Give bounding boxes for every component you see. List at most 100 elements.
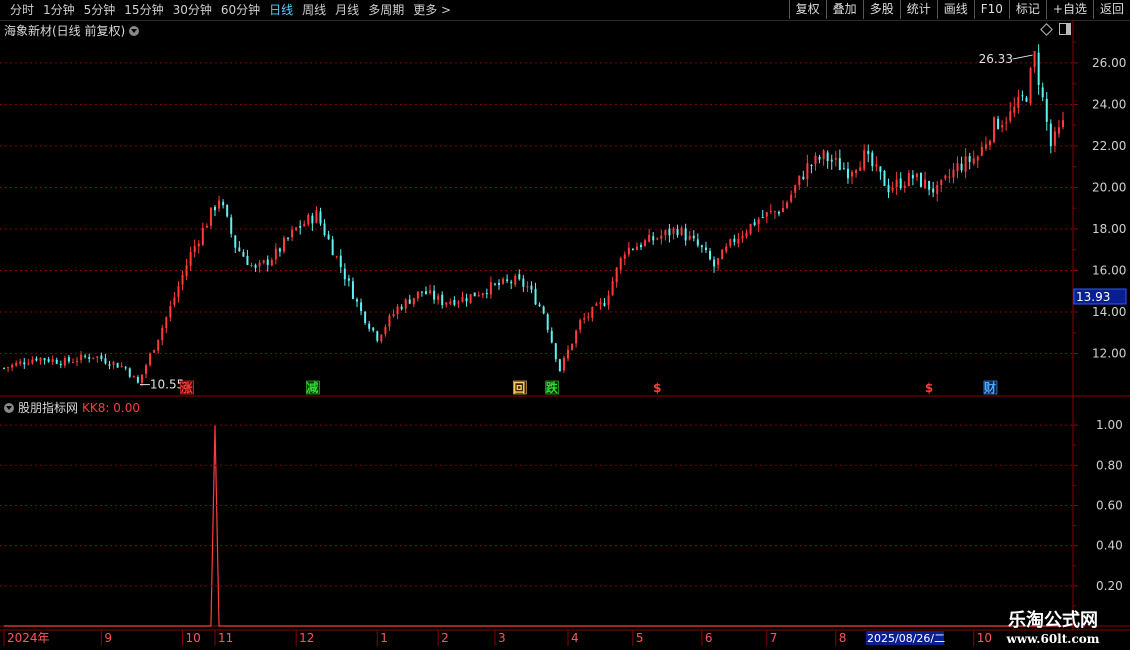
candle-body [461, 296, 464, 302]
candle-body [863, 150, 866, 170]
candle-body [875, 164, 878, 167]
period-tab[interactable]: 30分钟 [169, 2, 217, 18]
candle-body [818, 156, 821, 160]
high-price-label: 26.33 [979, 52, 1013, 66]
time-label: 6 [705, 631, 713, 645]
toolbar-button[interactable]: 叠加 [825, 0, 863, 19]
chevron-down-icon[interactable] [4, 402, 14, 413]
candle-body [201, 227, 204, 245]
indicator-tick-label: 0.80 [1096, 458, 1123, 472]
watermark-title: 乐淘公式网 [1008, 610, 1098, 631]
candle-body [988, 140, 991, 146]
toolbar-button[interactable]: 画线 [936, 0, 974, 19]
period-tab[interactable]: 60分钟 [217, 2, 265, 18]
candle-body [603, 302, 606, 306]
candle-body [392, 313, 395, 317]
candle-body [404, 299, 407, 309]
diamond-icon[interactable] [1040, 23, 1053, 36]
candle-body [842, 168, 845, 170]
candle-body [680, 227, 683, 235]
candle-body [96, 356, 99, 358]
candle-body [213, 206, 216, 211]
period-tab[interactable]: 5分钟 [80, 2, 121, 18]
candle-body [838, 158, 841, 171]
period-tab[interactable]: 多周期 [364, 2, 409, 18]
candle-body [692, 235, 695, 239]
candle-body [63, 357, 66, 366]
candle-body [924, 179, 927, 189]
toolbar-button[interactable]: 统计 [899, 0, 937, 19]
period-tab[interactable]: 更多 > [409, 2, 456, 18]
candle-body [43, 358, 46, 361]
candle-body [1049, 123, 1052, 147]
candle-body [27, 363, 30, 365]
chevron-down-icon[interactable] [129, 25, 140, 36]
candle-body [445, 302, 448, 305]
candle-body [1033, 50, 1036, 68]
time-label: 11 [218, 631, 233, 645]
candle-body [51, 359, 54, 362]
candle-body [291, 229, 294, 238]
candle-body [997, 118, 1000, 129]
period-tab[interactable]: 1分钟 [39, 2, 80, 18]
candle-body [493, 283, 496, 285]
candle-body [944, 175, 947, 179]
toolbar-button[interactable]: F10 [973, 0, 1009, 19]
period-tab[interactable]: 分时 [6, 2, 39, 18]
time-axis: 2024年 9 10 11 12 1 2 3 4 5 6 7 8 102025/08/26/二 [3, 630, 992, 646]
watermark-url: www.60lt.com [1006, 632, 1100, 646]
candle-body [510, 281, 513, 284]
toolbar-button[interactable]: 复权 [788, 0, 826, 19]
current-price-label: 13.93 [1076, 290, 1110, 304]
candle-body [591, 307, 594, 318]
candle-body [769, 210, 772, 212]
toolbar-button[interactable]: 返回 [1092, 0, 1130, 19]
candle-body [948, 176, 951, 178]
candle-body [307, 215, 310, 225]
period-tab[interactable]: 月线 [331, 2, 364, 18]
candlestick-series [3, 44, 1064, 387]
candle-body [640, 244, 643, 248]
candle-body [919, 173, 922, 187]
candle-body [485, 293, 488, 295]
candle-body [258, 262, 261, 267]
candle-body [956, 163, 959, 172]
candle-body [822, 150, 825, 160]
panel-toggle-icon[interactable] [1059, 23, 1071, 35]
event-marker-box [306, 380, 320, 395]
event-marker: 跌 [546, 380, 559, 395]
candle-body [753, 222, 756, 226]
candle-body [672, 228, 675, 234]
toolbar-button[interactable]: 多股 [862, 0, 900, 19]
candle-body [360, 302, 363, 312]
candle-body [1062, 120, 1064, 128]
candle-body [299, 225, 302, 228]
candle-body [136, 377, 139, 383]
candle-body [668, 228, 671, 236]
candle-body [952, 169, 955, 178]
candle-body [222, 201, 225, 206]
event-marker: 财 [983, 380, 996, 395]
period-tab[interactable]: 15分钟 [120, 2, 168, 18]
candle-body [542, 306, 545, 314]
indicator-tick-label: 0.40 [1096, 539, 1123, 553]
candle-body [278, 248, 281, 252]
time-label: 4 [571, 631, 579, 645]
period-tab[interactable]: 周线 [298, 2, 331, 18]
candle-body [416, 291, 419, 299]
toolbar-button[interactable]: 标记 [1008, 0, 1046, 19]
toolbar-button[interactable]: +自选 [1045, 0, 1093, 19]
candle-body [153, 350, 156, 353]
candle-body [254, 265, 257, 268]
period-tab[interactable]: 日线 [265, 2, 298, 18]
candle-body [441, 294, 444, 306]
candle-body [128, 368, 131, 377]
candle-body [964, 156, 967, 172]
candle-body [230, 217, 233, 234]
candle-body [879, 166, 882, 172]
event-marker: 回 [513, 381, 525, 395]
candle-body [185, 265, 188, 277]
candle-body [867, 150, 870, 155]
candle-body [100, 355, 103, 360]
candle-body [733, 238, 736, 243]
